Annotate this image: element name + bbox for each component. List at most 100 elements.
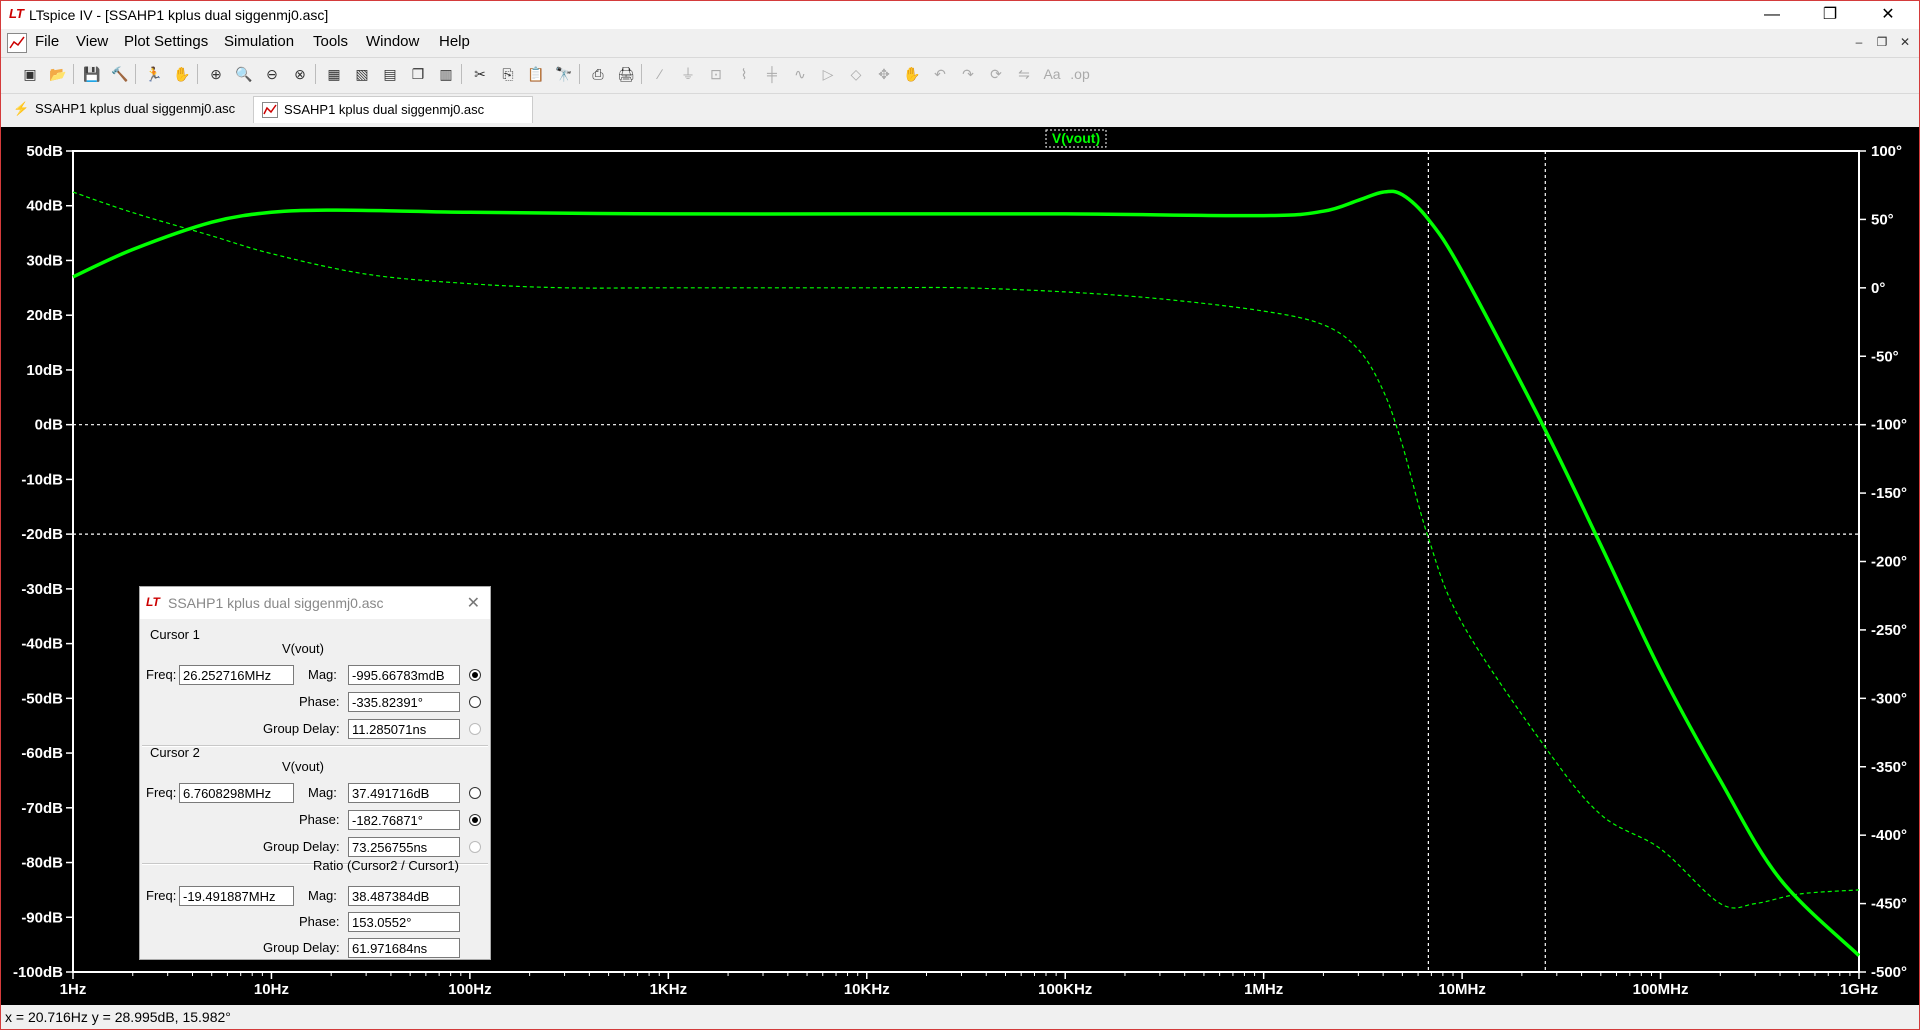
- rotate-icon[interactable]: ⟳: [985, 63, 1007, 85]
- cancel-zoom-icon[interactable]: ⊗: [289, 63, 311, 85]
- ratio-phase-field[interactable]: 153.0552°: [348, 912, 460, 932]
- tile-vertical-icon[interactable]: ▥: [435, 63, 457, 85]
- menu-tools[interactable]: Tools: [313, 33, 348, 50]
- y-left-tick-label: 20dB: [26, 307, 63, 324]
- y-right-tick-label: 50°: [1871, 211, 1894, 228]
- ltspice-window: LT LTspice IV - [SSAHP1 kplus dual sigge…: [0, 0, 1920, 1030]
- x-tick-label: 1KHz: [650, 981, 688, 998]
- tile-horizontal-icon[interactable]: ▤: [379, 63, 401, 85]
- mdi-close-button[interactable]: ✕: [1897, 34, 1913, 50]
- tab-waveform[interactable]: SSAHP1 kplus dual siggenmj0.asc: [253, 96, 533, 123]
- save-icon[interactable]: 💾: [81, 63, 103, 85]
- autoscale-icon[interactable]: ▦: [323, 63, 345, 85]
- x-tick-label: 100MHz: [1633, 981, 1689, 998]
- redo-icon[interactable]: ↷: [957, 63, 979, 85]
- cursor1-freq-field[interactable]: 26.252716MHz: [179, 665, 294, 685]
- cursor1-gd-field[interactable]: 11.285071ns: [348, 719, 460, 739]
- ratio-freq-label: Freq:: [146, 888, 177, 903]
- text-icon[interactable]: Aa: [1041, 63, 1063, 85]
- menu-window[interactable]: Window: [366, 33, 419, 50]
- ratio-freq-field[interactable]: -19.491887MHz: [179, 886, 294, 906]
- ground-icon[interactable]: ⏚: [677, 63, 699, 85]
- y-left-tick-label: -30dB: [21, 581, 63, 598]
- cursor1-phase-label: Phase:: [299, 694, 340, 709]
- halt-icon[interactable]: ✋: [171, 63, 193, 85]
- menu-file[interactable]: File: [35, 33, 59, 50]
- zoom-out-icon[interactable]: ⊖: [261, 63, 283, 85]
- cursor1-gd-radio: [469, 723, 481, 735]
- minimize-button[interactable]: —: [1749, 1, 1795, 29]
- cursor1-mag-radio[interactable]: [469, 669, 481, 681]
- y-left-tick-label: -70dB: [21, 800, 63, 817]
- x-tick-label: 100Hz: [448, 981, 491, 998]
- menu-simulation[interactable]: Simulation: [224, 33, 294, 50]
- label-icon[interactable]: ⊡: [705, 63, 727, 85]
- find-icon[interactable]: 🔭: [553, 63, 575, 85]
- mdi-restore-button[interactable]: ❐: [1874, 34, 1890, 50]
- cursor1-phase-field[interactable]: -335.82391°: [348, 692, 460, 712]
- spice-directive-icon[interactable]: .op: [1069, 63, 1091, 85]
- waveform-icon: [262, 102, 278, 118]
- cursor2-phase-field[interactable]: -182.76871°: [348, 810, 460, 830]
- tab-schematic[interactable]: ⚡ SSAHP1 kplus dual siggenmj0.asc: [5, 96, 258, 122]
- status-bar: x = 20.716Hz y = 28.995dB, 15.982°: [1, 1006, 1919, 1029]
- mdi-minimize-button[interactable]: –: [1851, 34, 1867, 50]
- drag-icon[interactable]: ✋: [901, 63, 923, 85]
- cursor2-gd-field[interactable]: 73.256755ns: [348, 837, 460, 857]
- close-button[interactable]: ✕: [1865, 1, 1911, 29]
- dialog-logo-icon: LT: [146, 595, 160, 609]
- cursor2-freq-field[interactable]: 6.7608298MHz: [179, 783, 294, 803]
- new-schematic-icon[interactable]: ▣: [19, 63, 41, 85]
- y-left-tick-label: 40dB: [26, 198, 63, 215]
- ratio-phase-label: Phase:: [299, 914, 340, 929]
- menu-help[interactable]: Help: [439, 33, 470, 50]
- control-panel-icon[interactable]: 🔨: [109, 63, 131, 85]
- x-tick-label: 1Hz: [60, 981, 87, 998]
- restore-button[interactable]: ❐: [1807, 1, 1853, 29]
- ratio-gd-field[interactable]: 61.971684ns: [348, 938, 460, 958]
- move-icon[interactable]: ✥: [873, 63, 895, 85]
- menu-view[interactable]: View: [76, 33, 108, 50]
- y-right-tick-label: 100°: [1871, 143, 1902, 160]
- document-waveform-icon[interactable]: [7, 33, 27, 53]
- y-right-tick-label: 0°: [1871, 280, 1885, 297]
- dialog-close-button[interactable]: ✕: [467, 593, 480, 613]
- y-left-tick-label: -60dB: [21, 745, 63, 762]
- toolbar-separator: [641, 64, 642, 84]
- menu-plot-settings[interactable]: Plot Settings: [124, 33, 208, 50]
- cursor2-phase-radio[interactable]: [469, 814, 481, 826]
- run-icon[interactable]: 🏃: [143, 63, 165, 85]
- paste-icon[interactable]: 📋: [525, 63, 547, 85]
- cursor1-mag-field[interactable]: -995.66783mdB: [348, 665, 460, 685]
- y-right-tick-label: -400°: [1871, 827, 1907, 844]
- mirror-icon[interactable]: ⇋: [1013, 63, 1035, 85]
- print-icon[interactable]: 🖨: [615, 63, 637, 85]
- diode-icon[interactable]: ▷: [817, 63, 839, 85]
- y-left-tick-label: -20dB: [21, 526, 63, 543]
- cascade-icon[interactable]: ❐: [407, 63, 429, 85]
- inductor-icon[interactable]: ∿: [789, 63, 811, 85]
- copy-icon[interactable]: ⎘: [497, 63, 519, 85]
- resistor-icon[interactable]: ⌇: [733, 63, 755, 85]
- y-right-tick-label: -50°: [1871, 348, 1899, 365]
- zoom-in-icon[interactable]: ⊕: [205, 63, 227, 85]
- open-icon[interactable]: 📂: [47, 63, 69, 85]
- cursor1-phase-radio[interactable]: [469, 696, 481, 708]
- cut-icon[interactable]: ✂: [469, 63, 491, 85]
- toolbar-separator: [135, 64, 136, 84]
- menu-bar: File View Plot Settings Simulation Tools…: [1, 29, 1919, 55]
- cursor2-gd-label: Group Delay:: [263, 839, 340, 854]
- multiple-axes-icon[interactable]: ▧: [351, 63, 373, 85]
- zoom-extents-icon[interactable]: 🔍: [233, 63, 255, 85]
- ratio-mag-field[interactable]: 38.487384dB: [348, 886, 460, 906]
- capacitor-icon[interactable]: ╪: [761, 63, 783, 85]
- cursor2-mag-field[interactable]: 37.491716dB: [348, 783, 460, 803]
- print-preview-icon[interactable]: ⎙: [587, 63, 609, 85]
- cursor2-mag-radio[interactable]: [469, 787, 481, 799]
- undo-icon[interactable]: ↶: [929, 63, 951, 85]
- y-right-tick-label: -450°: [1871, 896, 1907, 913]
- component-icon[interactable]: ◇: [845, 63, 867, 85]
- app-logo-icon: LT: [9, 6, 24, 21]
- y-left-tick-label: 0dB: [35, 417, 64, 434]
- wire-icon[interactable]: ∕: [649, 63, 671, 85]
